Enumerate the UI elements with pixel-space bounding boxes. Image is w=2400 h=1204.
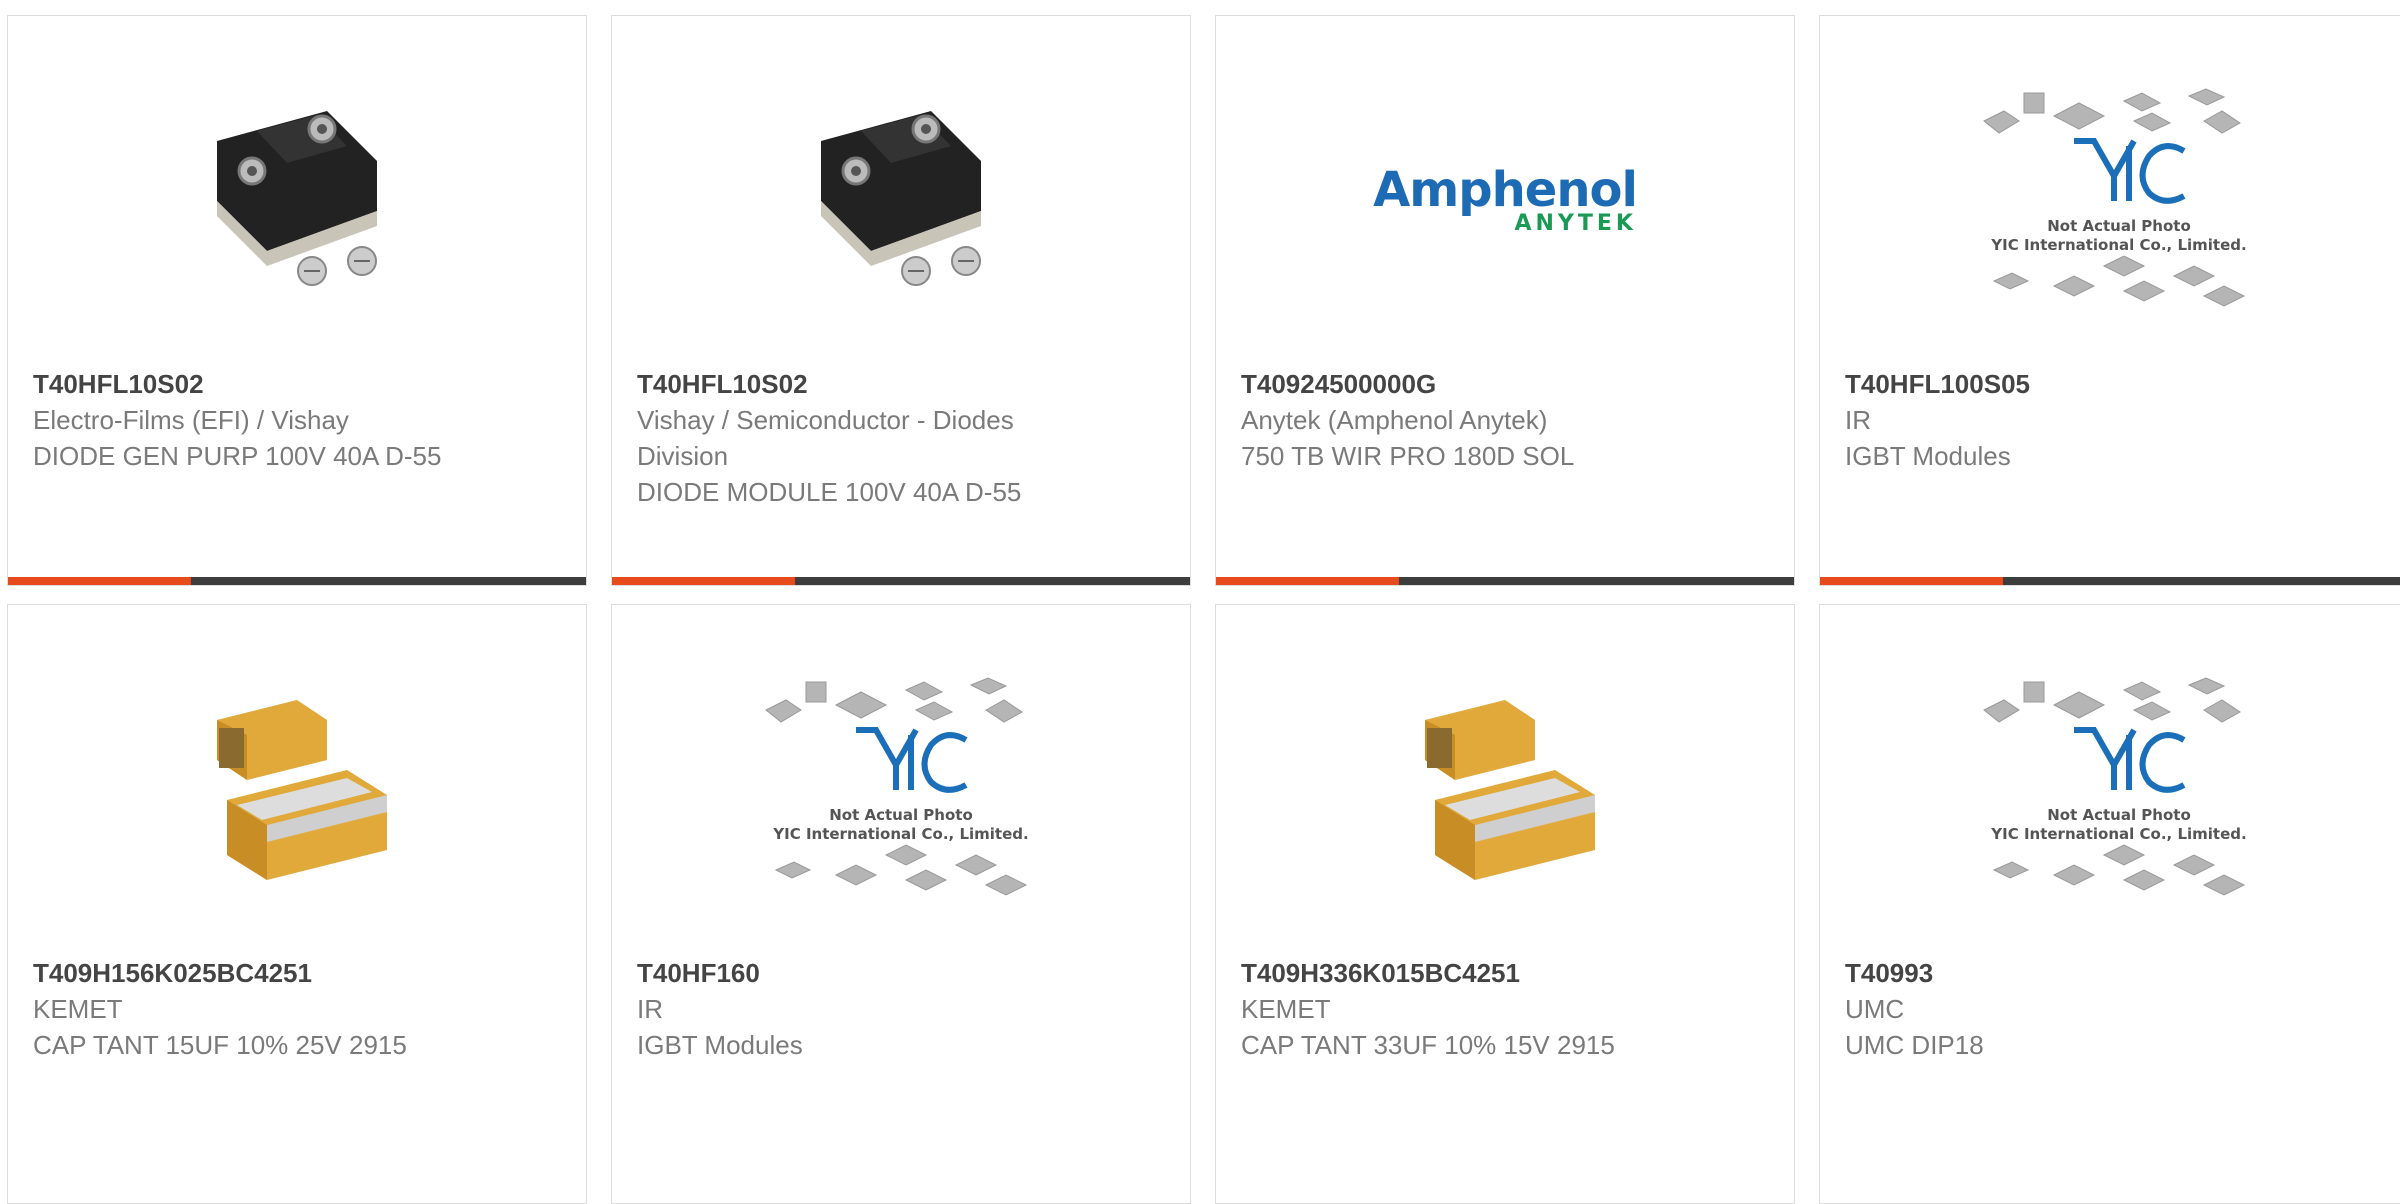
- not-actual-photo-image[interactable]: Not Actual Photo YIC International Co., …: [1969, 670, 2269, 910]
- description: DIODE GEN PURP 100V 40A D-55: [33, 441, 442, 471]
- placeholder-line1: Not Actual Photo: [2047, 217, 2191, 235]
- product-card[interactable]: T409H336K015BC4251 KEMET CAP TANT 33UF 1…: [1215, 604, 1795, 1204]
- placeholder-line1: Not Actual Photo: [829, 806, 973, 824]
- description: CAP TANT 33UF 10% 15V 2915: [1241, 1030, 1615, 1060]
- not-actual-photo-image[interactable]: Not Actual Photo YIC International Co., …: [1969, 81, 2269, 321]
- manufacturer: IR: [637, 994, 663, 1024]
- placeholder-line1: Not Actual Photo: [2047, 806, 2191, 824]
- card-accent-bar: [1216, 577, 1399, 585]
- card-bottom-bar: [1216, 577, 1794, 585]
- product-card[interactable]: T40HFL10S02 Vishay / Semiconductor - Dio…: [611, 15, 1191, 586]
- description: 750 TB WIR PRO 180D SOL: [1241, 441, 1575, 471]
- description: CAP TANT 15UF 10% 25V 2915: [33, 1030, 407, 1060]
- manufacturer: Electro-Films (EFI) / Vishay: [33, 405, 349, 435]
- product-card[interactable]: Not Actual Photo YIC International Co., …: [611, 604, 1191, 1204]
- logo-amphenol-text: Amphenol: [1373, 162, 1638, 218]
- description: IGBT Modules: [1845, 441, 2011, 471]
- amphenol-anytek-logo[interactable]: Amphenol ANYTEK: [1355, 81, 1655, 321]
- part-number[interactable]: T40924500000G: [1241, 366, 1761, 402]
- manufacturer: UMC: [1845, 994, 1905, 1024]
- card-bottom-bar: [1820, 577, 2400, 585]
- product-card[interactable]: T409H156K025BC4251 KEMET CAP TANT 15UF 1…: [7, 604, 587, 1204]
- card-bottom-bar: [8, 577, 586, 585]
- card-accent-bar: [1820, 577, 2003, 585]
- manufacturer: KEMET: [1241, 994, 1331, 1024]
- diode-module-image[interactable]: [147, 81, 447, 321]
- part-number[interactable]: T40HFL10S02: [637, 366, 1157, 402]
- tantalum-capacitor-image[interactable]: [1355, 670, 1655, 910]
- product-card[interactable]: Not Actual Photo YIC International Co., …: [1819, 604, 2400, 1204]
- description: IGBT Modules: [637, 1030, 803, 1060]
- part-number[interactable]: T409H336K015BC4251: [1241, 955, 1761, 991]
- product-card[interactable]: T40HFL10S02 Electro-Films (EFI) / Vishay…: [7, 15, 587, 586]
- part-number[interactable]: T409H156K025BC4251: [33, 955, 553, 991]
- part-number[interactable]: T40993: [1845, 955, 2365, 991]
- card-bottom-bar: [612, 577, 1190, 585]
- product-card[interactable]: Amphenol ANYTEK T40924500000G Anytek (Am…: [1215, 15, 1795, 586]
- card-accent-bar: [8, 577, 191, 585]
- card-accent-bar: [612, 577, 795, 585]
- manufacturer: IR: [1845, 405, 1871, 435]
- part-number[interactable]: T40HFL100S05: [1845, 366, 2365, 402]
- placeholder-line2: YIC International Co., Limited.: [772, 825, 1028, 843]
- manufacturer: Anytek (Amphenol Anytek): [1241, 405, 1548, 435]
- placeholder-line2: YIC International Co., Limited.: [1990, 236, 2246, 254]
- tantalum-capacitor-image[interactable]: [147, 670, 447, 910]
- part-number[interactable]: T40HFL10S02: [33, 366, 553, 402]
- manufacturer: Vishay / Semiconductor - Diodes Division: [637, 405, 1014, 471]
- product-card[interactable]: Not Actual Photo YIC International Co., …: [1819, 15, 2400, 586]
- not-actual-photo-image[interactable]: Not Actual Photo YIC International Co., …: [751, 670, 1051, 910]
- description: DIODE MODULE 100V 40A D-55: [637, 477, 1022, 507]
- manufacturer: KEMET: [33, 994, 123, 1024]
- description: UMC DIP18: [1845, 1030, 1984, 1060]
- placeholder-line2: YIC International Co., Limited.: [1990, 825, 2246, 843]
- part-number[interactable]: T40HF160: [637, 955, 1157, 991]
- diode-module-image[interactable]: [751, 81, 1051, 321]
